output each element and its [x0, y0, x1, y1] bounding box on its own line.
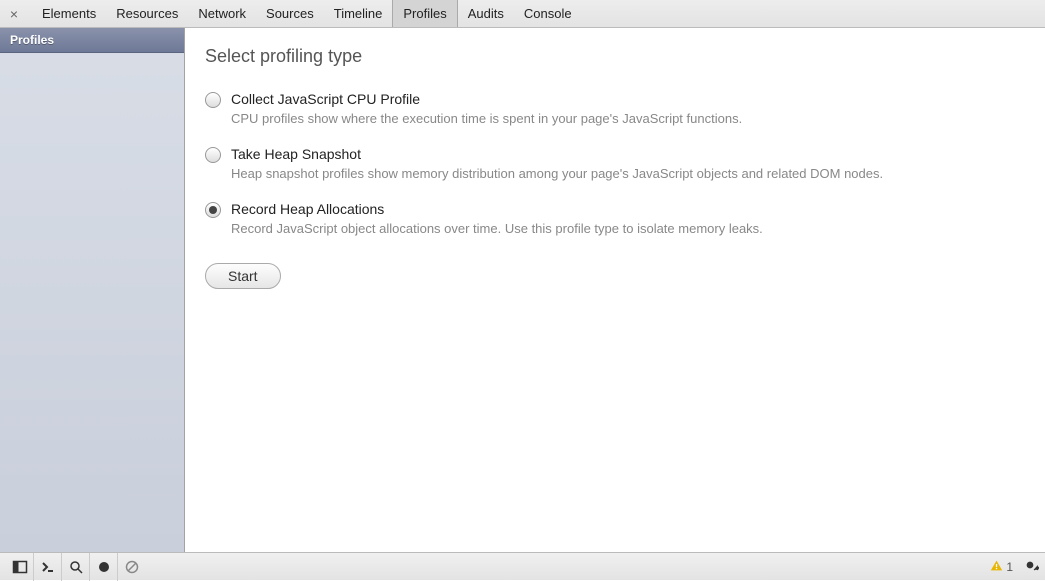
devtools-tabbar: × ElementsResourcesNetworkSourcesTimelin… — [0, 0, 1045, 28]
tab-elements[interactable]: Elements — [32, 0, 106, 27]
close-icon[interactable]: × — [6, 6, 22, 22]
radio-button[interactable] — [205, 202, 221, 218]
tab-resources[interactable]: Resources — [106, 0, 188, 27]
tab-timeline[interactable]: Timeline — [324, 0, 393, 27]
profile-option[interactable]: Collect JavaScript CPU Profile CPU profil… — [205, 91, 1025, 128]
option-text: Take Heap Snapshot Heap snapshot profiles… — [231, 146, 1025, 183]
radio-button[interactable] — [205, 92, 221, 108]
option-label: Collect JavaScript CPU Profile — [231, 91, 1025, 107]
tab-network[interactable]: Network — [188, 0, 256, 27]
option-description: Heap snapshot profiles show memory distr… — [231, 165, 1025, 183]
tab-console[interactable]: Console — [514, 0, 582, 27]
option-description: Record JavaScript object allocations ove… — [231, 220, 1025, 238]
option-text: Record Heap Allocations Record JavaScript… — [231, 201, 1025, 238]
sidebar-header: Profiles — [0, 28, 184, 53]
tab-sources[interactable]: Sources — [256, 0, 324, 27]
panel-heading: Select profiling type — [205, 46, 1025, 67]
profile-options: Collect JavaScript CPU Profile CPU profil… — [205, 91, 1025, 239]
profile-option[interactable]: Take Heap Snapshot Heap snapshot profiles… — [205, 146, 1025, 183]
record-icon[interactable] — [90, 553, 118, 581]
radio-button[interactable] — [205, 147, 221, 163]
sidebar: Profiles — [0, 28, 185, 552]
dock-icon[interactable] — [6, 553, 34, 581]
tab-audits[interactable]: Audits — [458, 0, 514, 27]
start-button[interactable]: Start — [205, 263, 281, 289]
option-description: CPU profiles show where the execution ti… — [231, 110, 1025, 128]
console-icon[interactable] — [34, 553, 62, 581]
status-bar: 1 — [0, 552, 1045, 580]
option-label: Take Heap Snapshot — [231, 146, 1025, 162]
option-label: Record Heap Allocations — [231, 201, 1025, 217]
content-panel: Select profiling type Collect JavaScript… — [185, 28, 1045, 552]
warning-badge[interactable]: 1 — [990, 559, 1013, 575]
option-text: Collect JavaScript CPU Profile CPU profil… — [231, 91, 1025, 128]
search-icon[interactable] — [62, 553, 90, 581]
warning-icon — [990, 559, 1003, 575]
profile-option[interactable]: Record Heap Allocations Record JavaScript… — [205, 201, 1025, 238]
tab-profiles[interactable]: Profiles — [392, 0, 457, 27]
clear-icon[interactable] — [118, 553, 146, 581]
main-area: Profiles Select profiling type Collect J… — [0, 28, 1045, 552]
settings-icon[interactable] — [1021, 556, 1039, 577]
warning-count-text: 1 — [1006, 560, 1013, 574]
